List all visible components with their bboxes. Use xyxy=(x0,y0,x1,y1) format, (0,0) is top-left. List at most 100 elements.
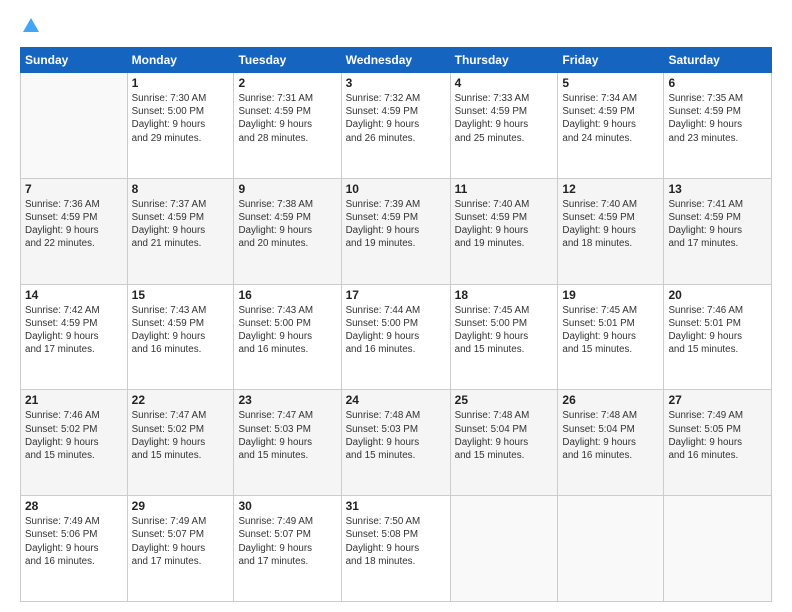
day-info: Sunrise: 7:41 AM Sunset: 4:59 PM Dayligh… xyxy=(668,198,767,251)
day-info: Sunrise: 7:48 AM Sunset: 5:04 PM Dayligh… xyxy=(455,409,554,462)
calendar-cell: 6 Sunrise: 7:35 AM Sunset: 4:59 PM Daylig… xyxy=(664,73,772,179)
calendar-cell: 2 Sunrise: 7:31 AM Sunset: 4:59 PM Daylig… xyxy=(234,73,341,179)
calendar-cell: 20 Sunrise: 7:46 AM Sunset: 5:01 PM Dayli… xyxy=(664,284,772,390)
day-info: Sunrise: 7:43 AM Sunset: 5:00 PM Dayligh… xyxy=(238,304,336,357)
day-number: 19 xyxy=(562,288,659,302)
calendar-cell: 30 Sunrise: 7:49 AM Sunset: 5:07 PM Dayli… xyxy=(234,496,341,602)
day-number: 18 xyxy=(455,288,554,302)
day-number: 13 xyxy=(668,182,767,196)
day-info: Sunrise: 7:43 AM Sunset: 4:59 PM Dayligh… xyxy=(132,304,230,357)
day-info: Sunrise: 7:49 AM Sunset: 5:05 PM Dayligh… xyxy=(668,409,767,462)
day-number: 31 xyxy=(346,499,446,513)
day-number: 8 xyxy=(132,182,230,196)
day-number: 5 xyxy=(562,76,659,90)
day-number: 6 xyxy=(668,76,767,90)
day-info: Sunrise: 7:45 AM Sunset: 5:01 PM Dayligh… xyxy=(562,304,659,357)
calendar-cell: 29 Sunrise: 7:49 AM Sunset: 5:07 PM Dayli… xyxy=(127,496,234,602)
weekday-header-row: SundayMondayTuesdayWednesdayThursdayFrid… xyxy=(21,48,772,73)
calendar-cell xyxy=(450,496,558,602)
calendar-cell xyxy=(21,73,128,179)
day-number: 4 xyxy=(455,76,554,90)
calendar-cell: 27 Sunrise: 7:49 AM Sunset: 5:05 PM Dayli… xyxy=(664,390,772,496)
day-number: 16 xyxy=(238,288,336,302)
day-number: 17 xyxy=(346,288,446,302)
weekday-header-monday: Monday xyxy=(127,48,234,73)
calendar-cell: 11Sunrise: 7:40 AM Sunset: 4:59 PM Dayli… xyxy=(450,178,558,284)
calendar-cell: 5 Sunrise: 7:34 AM Sunset: 4:59 PM Daylig… xyxy=(558,73,664,179)
day-info: Sunrise: 7:35 AM Sunset: 4:59 PM Dayligh… xyxy=(668,92,767,145)
day-info: Sunrise: 7:31 AM Sunset: 4:59 PM Dayligh… xyxy=(238,92,336,145)
day-info: Sunrise: 7:45 AM Sunset: 5:00 PM Dayligh… xyxy=(455,304,554,357)
day-info: Sunrise: 7:34 AM Sunset: 4:59 PM Dayligh… xyxy=(562,92,659,145)
day-info: Sunrise: 7:36 AM Sunset: 4:59 PM Dayligh… xyxy=(25,198,123,251)
calendar-cell: 23 Sunrise: 7:47 AM Sunset: 5:03 PM Dayli… xyxy=(234,390,341,496)
day-info: Sunrise: 7:47 AM Sunset: 5:03 PM Dayligh… xyxy=(238,409,336,462)
calendar-week-row: 1 Sunrise: 7:30 AM Sunset: 5:00 PM Daylig… xyxy=(21,73,772,179)
day-number: 1 xyxy=(132,76,230,90)
logo xyxy=(20,18,39,37)
day-info: Sunrise: 7:38 AM Sunset: 4:59 PM Dayligh… xyxy=(238,198,336,251)
calendar-cell: 8 Sunrise: 7:37 AM Sunset: 4:59 PM Daylig… xyxy=(127,178,234,284)
day-number: 27 xyxy=(668,393,767,407)
calendar-cell: 18 Sunrise: 7:45 AM Sunset: 5:00 PM Dayli… xyxy=(450,284,558,390)
calendar-week-row: 7 Sunrise: 7:36 AM Sunset: 4:59 PM Daylig… xyxy=(21,178,772,284)
day-info: Sunrise: 7:42 AM Sunset: 4:59 PM Dayligh… xyxy=(25,304,123,357)
calendar-cell: 10 Sunrise: 7:39 AM Sunset: 4:59 PM Dayli… xyxy=(341,178,450,284)
day-info: Sunrise: 7:47 AM Sunset: 5:02 PM Dayligh… xyxy=(132,409,230,462)
day-number: 7 xyxy=(25,182,123,196)
day-info: Sunrise: 7:48 AM Sunset: 5:04 PM Dayligh… xyxy=(562,409,659,462)
calendar-cell: 16 Sunrise: 7:43 AM Sunset: 5:00 PM Dayli… xyxy=(234,284,341,390)
calendar-cell: 17 Sunrise: 7:44 AM Sunset: 5:00 PM Dayli… xyxy=(341,284,450,390)
day-number: 25 xyxy=(455,393,554,407)
day-number: 9 xyxy=(238,182,336,196)
page: SundayMondayTuesdayWednesdayThursdayFrid… xyxy=(0,0,792,612)
calendar-cell: 28Sunrise: 7:49 AM Sunset: 5:06 PM Dayli… xyxy=(21,496,128,602)
calendar-cell: 24 Sunrise: 7:48 AM Sunset: 5:03 PM Dayli… xyxy=(341,390,450,496)
day-info: Sunrise: 7:49 AM Sunset: 5:07 PM Dayligh… xyxy=(132,515,230,568)
weekday-header-tuesday: Tuesday xyxy=(234,48,341,73)
day-info: Sunrise: 7:49 AM Sunset: 5:06 PM Dayligh… xyxy=(25,515,123,568)
day-info: Sunrise: 7:50 AM Sunset: 5:08 PM Dayligh… xyxy=(346,515,446,568)
day-number: 29 xyxy=(132,499,230,513)
day-number: 3 xyxy=(346,76,446,90)
day-info: Sunrise: 7:49 AM Sunset: 5:07 PM Dayligh… xyxy=(238,515,336,568)
day-number: 23 xyxy=(238,393,336,407)
day-number: 14 xyxy=(25,288,123,302)
day-number: 22 xyxy=(132,393,230,407)
day-info: Sunrise: 7:46 AM Sunset: 5:02 PM Dayligh… xyxy=(25,409,123,462)
day-number: 20 xyxy=(668,288,767,302)
day-number: 26 xyxy=(562,393,659,407)
calendar-cell: 1 Sunrise: 7:30 AM Sunset: 5:00 PM Daylig… xyxy=(127,73,234,179)
weekday-header-wednesday: Wednesday xyxy=(341,48,450,73)
day-number: 12 xyxy=(562,182,659,196)
day-info: Sunrise: 7:32 AM Sunset: 4:59 PM Dayligh… xyxy=(346,92,446,145)
weekday-header-friday: Friday xyxy=(558,48,664,73)
weekday-header-saturday: Saturday xyxy=(664,48,772,73)
day-info: Sunrise: 7:40 AM Sunset: 4:59 PM Dayligh… xyxy=(562,198,659,251)
day-number: 2 xyxy=(238,76,336,90)
day-info: Sunrise: 7:48 AM Sunset: 5:03 PM Dayligh… xyxy=(346,409,446,462)
day-info: Sunrise: 7:30 AM Sunset: 5:00 PM Dayligh… xyxy=(132,92,230,145)
day-number: 10 xyxy=(346,182,446,196)
calendar-cell: 21Sunrise: 7:46 AM Sunset: 5:02 PM Dayli… xyxy=(21,390,128,496)
weekday-header-sunday: Sunday xyxy=(21,48,128,73)
calendar-cell: 22 Sunrise: 7:47 AM Sunset: 5:02 PM Dayli… xyxy=(127,390,234,496)
calendar-cell: 19 Sunrise: 7:45 AM Sunset: 5:01 PM Dayli… xyxy=(558,284,664,390)
calendar-cell: 7 Sunrise: 7:36 AM Sunset: 4:59 PM Daylig… xyxy=(21,178,128,284)
calendar-cell: 3 Sunrise: 7:32 AM Sunset: 4:59 PM Daylig… xyxy=(341,73,450,179)
day-info: Sunrise: 7:37 AM Sunset: 4:59 PM Dayligh… xyxy=(132,198,230,251)
calendar-week-row: 21Sunrise: 7:46 AM Sunset: 5:02 PM Dayli… xyxy=(21,390,772,496)
day-info: Sunrise: 7:39 AM Sunset: 4:59 PM Dayligh… xyxy=(346,198,446,251)
day-number: 24 xyxy=(346,393,446,407)
calendar-cell xyxy=(664,496,772,602)
day-info: Sunrise: 7:46 AM Sunset: 5:01 PM Dayligh… xyxy=(668,304,767,357)
calendar-cell: 12 Sunrise: 7:40 AM Sunset: 4:59 PM Dayli… xyxy=(558,178,664,284)
day-number: 30 xyxy=(238,499,336,513)
day-info: Sunrise: 7:44 AM Sunset: 5:00 PM Dayligh… xyxy=(346,304,446,357)
weekday-header-thursday: Thursday xyxy=(450,48,558,73)
calendar-cell: 13 Sunrise: 7:41 AM Sunset: 4:59 PM Dayli… xyxy=(664,178,772,284)
day-number: 15 xyxy=(132,288,230,302)
calendar-cell xyxy=(558,496,664,602)
calendar-cell: 14 Sunrise: 7:42 AM Sunset: 4:59 PM Dayli… xyxy=(21,284,128,390)
logo-icon xyxy=(23,18,39,32)
